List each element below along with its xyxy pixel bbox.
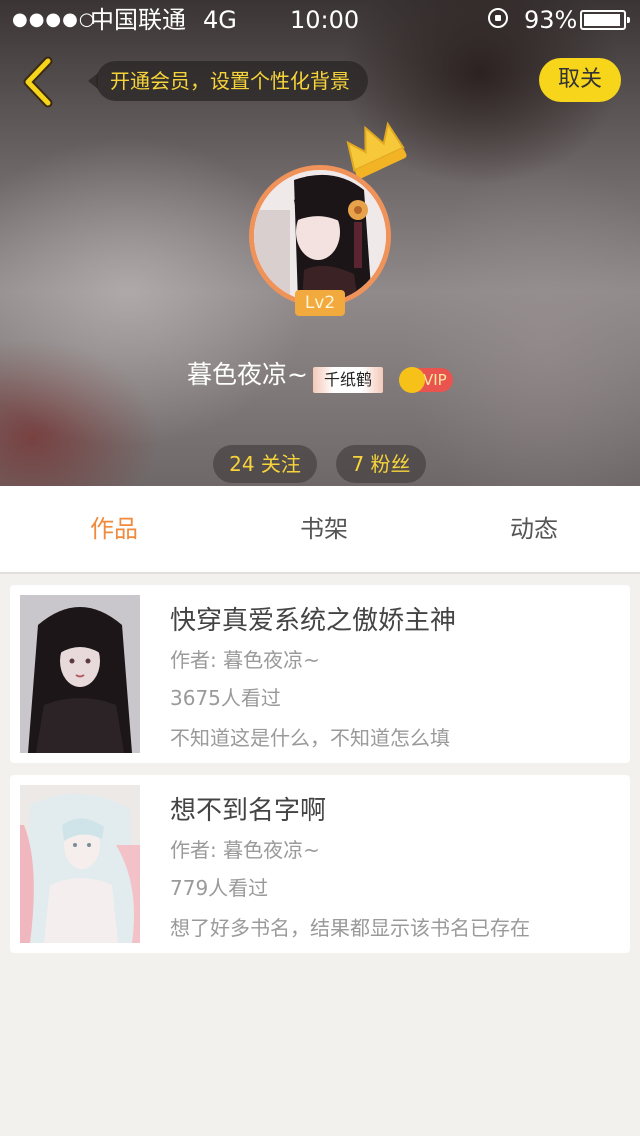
carrier-name: 中国联通 xyxy=(90,6,186,34)
tab-works[interactable]: 作品 xyxy=(54,486,174,572)
status-bar: ●●●●○ 中国联通 4G 10:00 93% xyxy=(0,0,640,40)
level-badge: Lv2 xyxy=(295,290,345,316)
rotation-lock-icon xyxy=(488,8,508,28)
vip-background-banner[interactable]: 开通会员，设置个性化背景 xyxy=(88,61,368,101)
signal-strength: ●●●●○ xyxy=(12,9,96,30)
book-description: 想了好多书名，结果都显示该书名已存在 xyxy=(170,916,530,940)
username: 暮色夜凉~ xyxy=(187,360,308,389)
user-avatar[interactable] xyxy=(249,165,391,307)
battery-icon xyxy=(580,10,630,30)
vip-crown-icon xyxy=(399,367,425,393)
tab-activity[interactable]: 动态 xyxy=(474,486,594,572)
following-count-button[interactable]: 24 关注 xyxy=(213,445,317,483)
vip-badge: VIP xyxy=(399,367,453,393)
book-views: 3675人看过 xyxy=(170,686,281,710)
avatar-image xyxy=(254,170,386,302)
profile-header: ●●●●○ 中国联通 4G 10:00 93% 开通会员，设置个性化背景 取关 xyxy=(0,0,640,486)
book-description: 不知道这是什么，不知道怎么填 xyxy=(170,726,450,750)
user-tag: 千纸鹤 xyxy=(313,367,383,393)
unfollow-button[interactable]: 取关 xyxy=(539,58,621,102)
book-cover xyxy=(20,785,140,943)
book-author: 作者: 暮色夜凉~ xyxy=(170,838,320,862)
book-title: 快穿真爱系统之傲娇主神 xyxy=(170,606,457,636)
book-title: 想不到名字啊 xyxy=(170,796,327,826)
book-author: 作者: 暮色夜凉~ xyxy=(170,648,320,672)
network-type: 4G xyxy=(203,6,237,34)
battery-percent: 93% xyxy=(524,6,578,34)
book-views: 779人看过 xyxy=(170,876,269,900)
book-card[interactable]: 快穿真爱系统之傲娇主神 作者: 暮色夜凉~ 3675人看过 不知道这是什么，不知… xyxy=(10,585,630,763)
book-card[interactable]: 想不到名字啊 作者: 暮色夜凉~ 779人看过 想了好多书名，结果都显示该书名已… xyxy=(10,775,630,953)
vip-label: VIP xyxy=(423,371,447,389)
profile-tabs: 作品 书架 动态 xyxy=(0,486,640,574)
tab-bookshelf[interactable]: 书架 xyxy=(264,486,384,572)
clock: 10:00 xyxy=(290,6,360,34)
fans-count-button[interactable]: 7 粉丝 xyxy=(336,445,426,483)
chevron-left-icon xyxy=(23,56,53,108)
book-cover xyxy=(20,595,140,753)
back-button[interactable] xyxy=(18,55,62,109)
